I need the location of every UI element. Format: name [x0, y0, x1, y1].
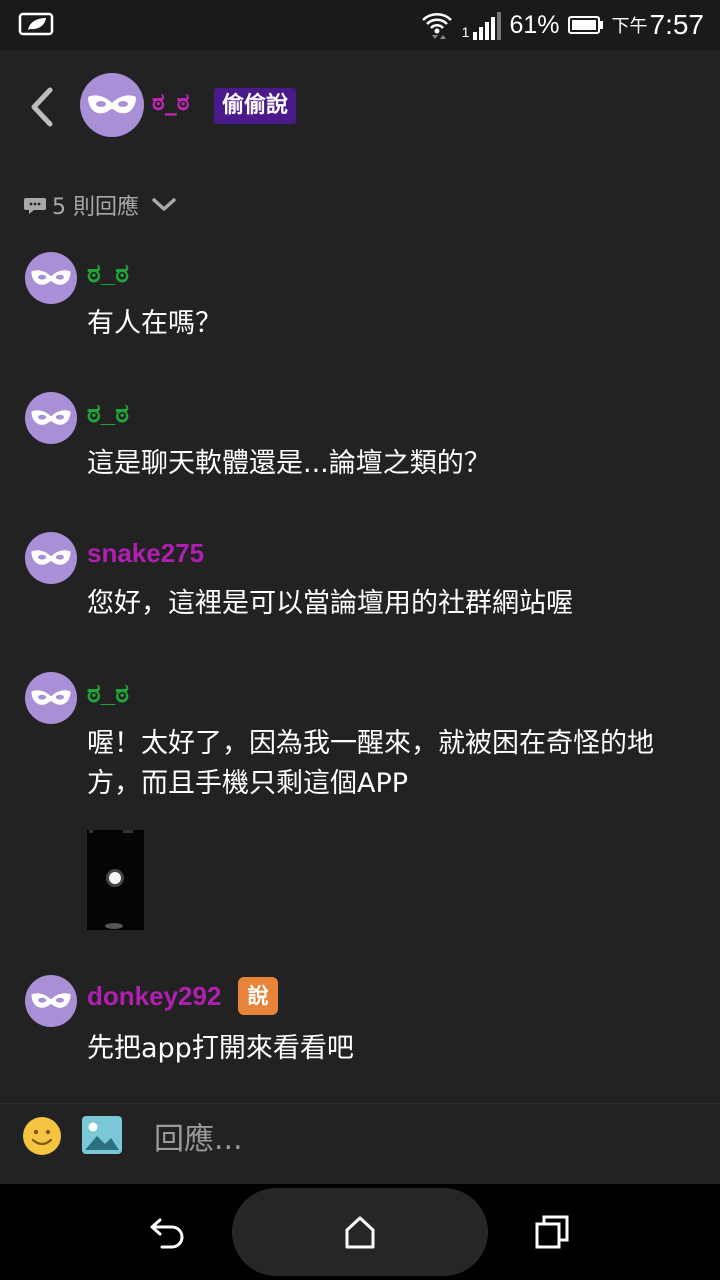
battery-percent: 61%: [509, 10, 560, 39]
comment-item: snake275 您好，這裡是可以當論壇用的社群網站喔: [0, 532, 720, 622]
comment-bubble-icon: [24, 198, 46, 214]
comment-username[interactable]: ಠ_ಠ: [87, 398, 129, 430]
comment-item: ಠ_ಠ 喔！太好了，因為我一醒來，就被困在奇怪的地方，而且手機只剩這個APP: [0, 672, 720, 942]
wifi-icon: [421, 13, 452, 39]
comment-text: 這是聊天軟體還是...論壇之類的？: [87, 448, 491, 479]
comment-text: 您好，這裡是可以當論壇用的社群網站喔: [87, 588, 573, 619]
thread-author-name[interactable]: ಠ_ಠ: [152, 88, 189, 116]
avatar[interactable]: [25, 532, 77, 584]
back-button[interactable]: [20, 82, 64, 132]
sim-label: 1: [461, 24, 470, 40]
emoji-button[interactable]: [22, 1116, 62, 1156]
clock: 7:57: [649, 9, 705, 40]
chevron-down-icon: [152, 198, 176, 211]
comment-text: 喔！太好了，因為我一醒來，就被困在奇怪的地方，而且手機只剩這個APP: [87, 728, 654, 799]
status-bar: 1 61% 下午 7:57: [0, 0, 720, 50]
reply-input[interactable]: [140, 1108, 716, 1170]
reply-composer: [0, 1103, 720, 1184]
nav-back-button[interactable]: [148, 1214, 186, 1250]
avatar[interactable]: [25, 392, 77, 444]
avatar[interactable]: [80, 73, 144, 137]
battery-icon: [567, 16, 603, 34]
user-badge: 說: [238, 977, 278, 1015]
image-upload-button[interactable]: [82, 1116, 122, 1154]
comment-username[interactable]: ಠ_ಠ: [87, 258, 129, 290]
comment-username[interactable]: ಠ_ಠ: [87, 678, 129, 710]
system-nav-bar: [0, 1184, 720, 1280]
comment-item: donkey292 說 先把app打開來看看吧: [0, 975, 720, 1075]
notification-leaf-icon: [18, 12, 54, 36]
attached-image[interactable]: [87, 830, 144, 930]
avatar[interactable]: [25, 672, 77, 724]
reply-count-toggle[interactable]: 5 則回應: [24, 188, 177, 222]
reply-count-label: 5 則回應: [52, 195, 139, 220]
nav-home-button[interactable]: [343, 1214, 377, 1250]
time-prefix: 下午: [611, 16, 648, 36]
comment-username[interactable]: donkey292: [87, 981, 221, 1012]
thread-header: ಠ_ಠ 偷偷說: [0, 50, 720, 162]
comment-item: ಠ_ಠ 有人在嗎？: [0, 252, 720, 342]
comment-text: 有人在嗎？: [87, 308, 222, 339]
comment-text: 先把app打開來看看吧: [87, 1033, 354, 1064]
nav-recent-apps-button[interactable]: [534, 1214, 570, 1250]
signal-icon: 1: [462, 10, 502, 40]
avatar[interactable]: [25, 252, 77, 304]
avatar[interactable]: [25, 975, 77, 1027]
comment-item: ಠ_ಠ 這是聊天軟體還是...論壇之類的？: [0, 392, 720, 482]
comment-username[interactable]: snake275: [87, 538, 204, 569]
board-tag[interactable]: 偷偷說: [214, 88, 297, 124]
